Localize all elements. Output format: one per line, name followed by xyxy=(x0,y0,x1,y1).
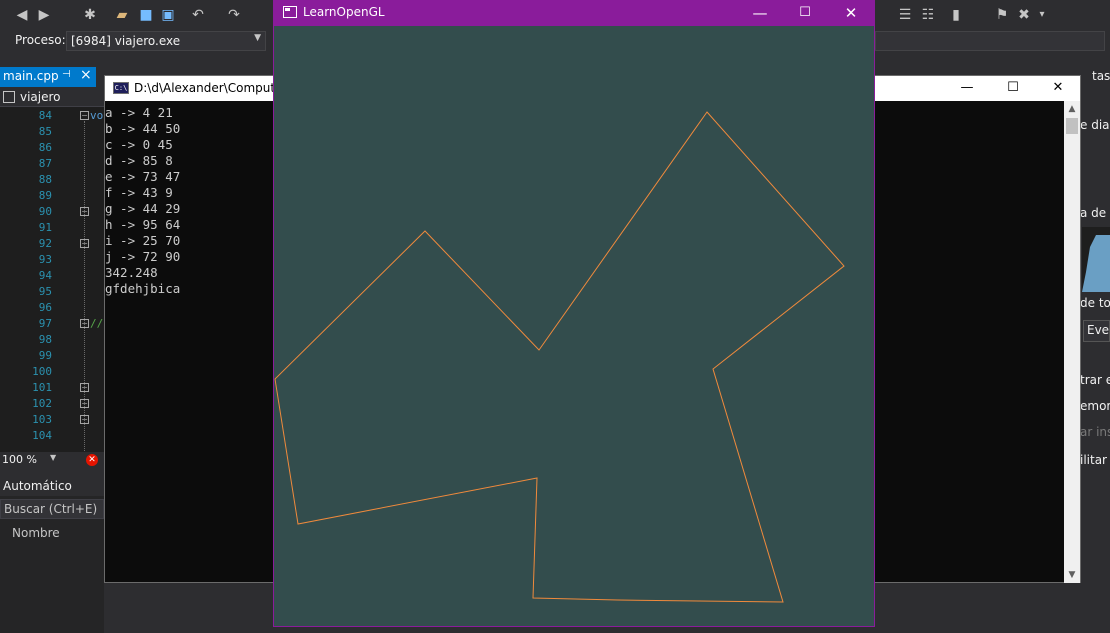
diagnostics-panel: tas de e diag a de p de to Eve trar e em… xyxy=(1080,52,1110,633)
maximize-icon[interactable]: ☐ xyxy=(793,2,817,24)
opengl-viewport[interactable] xyxy=(274,26,874,626)
close-icon[interactable]: ✕ xyxy=(1047,78,1069,98)
line-number: 84 xyxy=(38,109,52,122)
tour-polygon xyxy=(274,111,845,603)
diag-filter-events[interactable]: trar e xyxy=(1080,373,1110,387)
fold-toggle-icon[interactable]: − xyxy=(80,111,89,120)
diag-section-events: de to xyxy=(1080,296,1110,310)
line-number: 89 xyxy=(38,189,52,202)
scroll-thumb[interactable] xyxy=(1066,118,1078,134)
clear-bookmarks-icon[interactable]: ✖ xyxy=(1014,5,1034,25)
line-number: 104 xyxy=(32,429,52,442)
memory-chart-svg xyxy=(1082,235,1110,292)
render-canvas xyxy=(274,111,845,603)
line-number: 85 xyxy=(38,125,52,138)
opengl-titlebar[interactable]: LearnOpenGL — ☐ ✕ xyxy=(274,1,874,26)
toolbar-overflow-icon[interactable]: ▾ xyxy=(1032,5,1052,25)
diag-header: tas de xyxy=(1092,69,1110,83)
navigation-bar[interactable]: viajero xyxy=(0,87,104,107)
prev-bookmark-icon[interactable]: ⚑ xyxy=(992,5,1012,25)
events-button[interactable]: Eve xyxy=(1083,320,1110,342)
outdent-icon[interactable]: ☷ xyxy=(918,5,938,25)
open-folder-icon[interactable]: ▰ xyxy=(112,5,132,25)
autos-search-input[interactable]: Buscar (Ctrl+E) xyxy=(0,499,104,519)
line-number: 102 xyxy=(32,397,52,410)
error-icon[interactable]: ✕ xyxy=(86,454,98,466)
line-number: 93 xyxy=(38,253,52,266)
undo-icon[interactable]: ↶ xyxy=(188,5,208,25)
line-number: 87 xyxy=(38,157,52,170)
line-number: 92 xyxy=(38,237,52,250)
save-all-icon[interactable]: ▣ xyxy=(158,5,178,25)
new-project-icon[interactable]: ✱ xyxy=(80,5,100,25)
project-icon xyxy=(3,91,15,103)
line-number: 100 xyxy=(32,365,52,378)
stack-frame-select[interactable] xyxy=(875,31,1105,51)
line-number: 97 xyxy=(38,317,52,330)
memory-chart-area xyxy=(1082,235,1110,292)
console-title: D:\d\Alexander\Computac xyxy=(134,81,290,95)
line-number: 95 xyxy=(38,285,52,298)
editor-tab-label: main.cpp xyxy=(3,69,59,83)
line-number: 90 xyxy=(38,205,52,218)
line-number: 88 xyxy=(38,173,52,186)
diag-section-memory: a de p xyxy=(1080,206,1110,220)
back-icon[interactable]: ◀ xyxy=(12,5,32,25)
maximize-icon[interactable]: ☐ xyxy=(1002,78,1024,98)
autos-panel: Automático Buscar (Ctrl+E) Nombre xyxy=(0,476,104,633)
console-app-icon: C:\ xyxy=(113,82,129,94)
nav-scope-label: viajero xyxy=(20,90,61,104)
bookmark-icon[interactable]: ▮ xyxy=(946,5,966,25)
opengl-title: LearnOpenGL xyxy=(303,5,385,19)
process-label: Proceso: xyxy=(15,33,66,47)
opengl-window[interactable]: LearnOpenGL — ☐ ✕ xyxy=(273,0,875,627)
indent-icon[interactable]: ☰ xyxy=(895,5,915,25)
close-icon[interactable]: × xyxy=(80,67,92,83)
zoom-level[interactable]: 100 % xyxy=(2,453,37,466)
line-number: 99 xyxy=(38,349,52,362)
editor-tab-main[interactable]: main.cpp ⊣ × xyxy=(0,67,96,87)
fold-guide xyxy=(84,121,85,451)
line-number: 94 xyxy=(38,269,52,282)
process-select-value: [6984] viajero.exe xyxy=(71,34,181,48)
chevron-down-icon: ▼ xyxy=(254,33,261,43)
autos-column-name: Nombre xyxy=(12,526,60,540)
diag-title: e diag xyxy=(1080,118,1110,132)
diag-snapshot[interactable]: ar ins xyxy=(1080,425,1110,439)
save-icon[interactable]: ■ xyxy=(136,5,156,25)
redo-icon[interactable]: ↷ xyxy=(224,5,244,25)
line-number: 98 xyxy=(38,333,52,346)
line-number: 103 xyxy=(32,413,52,426)
line-number: 91 xyxy=(38,221,52,234)
diag-memory-label: emor xyxy=(1080,399,1110,413)
line-number: 96 xyxy=(38,301,52,314)
scroll-down-icon[interactable]: ▼ xyxy=(1064,567,1080,583)
autos-title: Automático xyxy=(0,476,104,496)
minimize-icon[interactable]: — xyxy=(748,2,772,24)
scroll-up-icon[interactable]: ▲ xyxy=(1064,101,1080,117)
chevron-down-icon[interactable]: ▼ xyxy=(50,453,56,462)
events-button-label: Eve xyxy=(1087,323,1110,337)
code-comment: // xyxy=(90,317,104,330)
line-number: 101 xyxy=(32,381,52,394)
console-scrollbar[interactable]: ▲ ▼ xyxy=(1064,101,1080,583)
line-number: 86 xyxy=(38,141,52,154)
close-icon[interactable]: ✕ xyxy=(839,2,863,24)
process-memory-chart xyxy=(1082,227,1110,292)
pin-icon[interactable]: ⊣ xyxy=(62,69,71,80)
editor-zoom-bar: 100 % ▼ ✕ xyxy=(0,452,104,468)
diag-enable-link[interactable]: ilitar g xyxy=(1080,453,1110,467)
code-editor[interactable]: 84 85 86 87 88 89 90 91 92 93 94 95 96 97 98 99 100 101 10… xyxy=(0,107,104,452)
forward-icon[interactable]: ▶ xyxy=(34,5,54,25)
window-icon xyxy=(283,6,297,18)
code-keyword: vo xyxy=(90,109,104,122)
minimize-icon[interactable]: — xyxy=(956,78,978,98)
process-select[interactable]: [6984] viajero.exe ▼ xyxy=(66,31,266,51)
